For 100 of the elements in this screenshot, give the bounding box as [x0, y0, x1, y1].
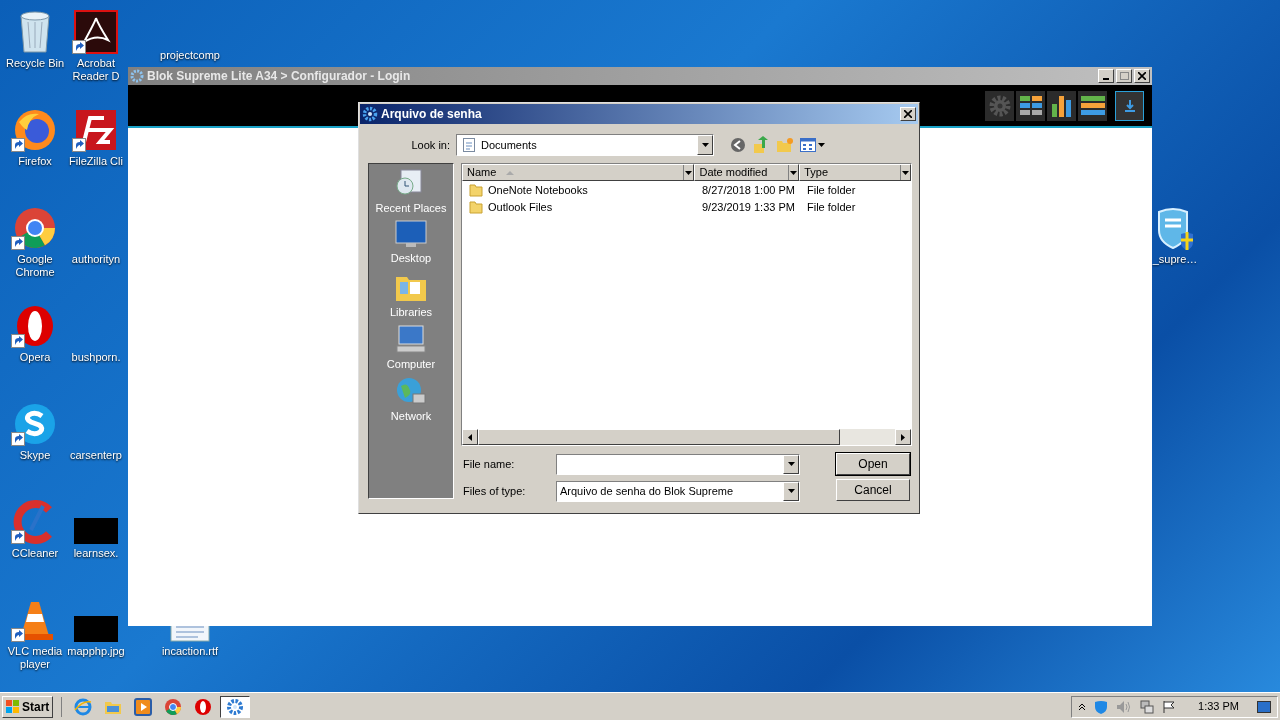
- chrome-icon: [13, 206, 57, 250]
- windows-logo-icon: [6, 699, 20, 714]
- sort-arrow-icon: [506, 170, 515, 175]
- type-cell-text: File folder: [806, 183, 856, 199]
- download-icon: [1123, 98, 1136, 113]
- place-item[interactable]: Computer: [386, 356, 436, 373]
- start-button[interactable]: Start: [2, 695, 54, 718]
- desktop-icon-label[interactable]: CCleaner: [11, 547, 59, 560]
- caret-icon: [787, 489, 795, 493]
- dropdown-button[interactable]: [783, 481, 799, 501]
- date-cell-text: 9/23/2019 1:33 PM: [701, 200, 796, 216]
- scroll-left-icon: [468, 433, 472, 441]
- chrome-icon: [164, 697, 183, 716]
- network-globe-icon: [395, 376, 427, 406]
- monitor-icon: [395, 220, 427, 248]
- gear-icon: [987, 93, 1012, 118]
- chevron-up-icon[interactable]: [1078, 702, 1087, 711]
- toolbar-button[interactable]: [1078, 90, 1107, 121]
- caret-icon: [818, 143, 825, 147]
- minimize-button[interactable]: [1098, 69, 1114, 83]
- look-in-dropdown[interactable]: Documents: [456, 134, 714, 156]
- file-type-dropdown[interactable]: Arquivo de senha do Blok Supreme: [556, 480, 800, 502]
- desktop-icon-label[interactable]: Acrobat Reader D: [65, 57, 127, 83]
- desktop-icon-label[interactable]: carsenterp: [70, 449, 122, 462]
- toolbar-button[interactable]: [1115, 90, 1144, 121]
- caret-icon: [685, 170, 693, 175]
- desktop-icon-label[interactable]: Firefox: [18, 155, 52, 168]
- document-icon: [463, 138, 475, 152]
- place-item[interactable]: Network: [390, 408, 432, 425]
- acrobat-icon: [74, 10, 118, 54]
- gear-icon: [362, 106, 378, 122]
- column-header[interactable]: Date modified: [694, 164, 800, 181]
- file-name-cell[interactable]: OneNote Notebooks: [488, 182, 588, 199]
- dropdown-button[interactable]: [697, 135, 713, 155]
- close-icon: [904, 110, 912, 118]
- back-icon[interactable]: [730, 137, 746, 153]
- show-desktop-icon[interactable]: [1257, 700, 1271, 713]
- date-cell-text: 8/27/2018 1:00 PM: [701, 183, 796, 199]
- opera-icon: [194, 697, 213, 716]
- type-cell-text: File folder: [806, 200, 856, 216]
- maximize-button[interactable]: [1116, 69, 1132, 83]
- folder-icon: [469, 201, 483, 214]
- desktop-icon-label[interactable]: Google Chrome: [0, 253, 70, 279]
- desktop-icon-label[interactable]: authorityn: [71, 253, 121, 266]
- desktop-icon-label[interactable]: Recycle Bin: [5, 57, 65, 70]
- bar-chart-icon: [1049, 93, 1074, 118]
- place-item[interactable]: Recent Places: [375, 200, 447, 217]
- skype-icon: [13, 402, 57, 446]
- horizontal-scrollbar[interactable]: [462, 429, 911, 445]
- desktop-icon-label[interactable]: FileZilla Cli: [69, 155, 123, 168]
- clock[interactable]: 1:33 PM: [1198, 698, 1239, 715]
- redacted-thumbnail-icon: [74, 518, 118, 544]
- column-header[interactable]: Name: [462, 164, 695, 181]
- firefox-icon: [13, 108, 57, 152]
- scroll-right-icon: [901, 433, 905, 441]
- file-name-cell[interactable]: Outlook Files: [488, 199, 553, 216]
- caret-icon: [787, 462, 795, 466]
- caret-icon: [701, 143, 709, 147]
- window-title: Blok Supreme Lite A34 > Configurador - Login: [147, 68, 411, 85]
- flag-icon[interactable]: [1162, 699, 1177, 714]
- close-icon: [1138, 72, 1146, 80]
- look-in-label: Look in:: [410, 137, 451, 153]
- place-item[interactable]: Libraries: [389, 304, 433, 321]
- list-icon: [1079, 94, 1106, 117]
- caret-icon: [790, 170, 798, 175]
- file-name-label: File name:: [462, 456, 516, 472]
- desktop-icon-label[interactable]: incaction.rtf: [161, 645, 219, 658]
- toolbar-button[interactable]: [1016, 90, 1045, 121]
- dropdown-button[interactable]: [783, 454, 799, 474]
- file-type-label: Files of type:: [462, 483, 527, 499]
- file-type-value: Arquivo de senha do Blok Supreme: [559, 483, 735, 499]
- desktop-icon-label[interactable]: learnsex.: [73, 547, 119, 560]
- file-name-field[interactable]: [556, 453, 800, 475]
- maximize-icon: [1119, 72, 1129, 80]
- tiles-icon: [1018, 94, 1043, 117]
- caret-icon: [902, 170, 909, 175]
- gear-icon: [130, 69, 144, 83]
- dialog-button[interactable]: Open: [836, 453, 910, 475]
- redacted-thumbnail-icon: [74, 616, 118, 642]
- network-icon[interactable]: [1140, 699, 1155, 714]
- media-player-icon: [134, 697, 153, 716]
- folder-icon: [469, 184, 483, 197]
- close-button[interactable]: [1134, 69, 1150, 83]
- desktop-icon-label[interactable]: bushporn.: [71, 351, 121, 364]
- desktop-icon-label[interactable]: projectcomp: [160, 49, 220, 62]
- taskbar-button[interactable]: [220, 695, 251, 718]
- column-header[interactable]: Type: [799, 164, 911, 181]
- desktop-icon-label[interactable]: _supre…: [1152, 253, 1198, 266]
- view-menu-icon[interactable]: [800, 138, 816, 152]
- toolbar-button[interactable]: [1047, 90, 1076, 121]
- close-button[interactable]: [900, 107, 916, 121]
- desktop-icon-label[interactable]: Opera: [19, 351, 51, 364]
- desktop-icon-label[interactable]: mapphp.jpg: [67, 645, 125, 658]
- filezilla-icon: [74, 108, 118, 152]
- place-item[interactable]: Desktop: [390, 250, 432, 267]
- dialog-button[interactable]: Cancel: [836, 479, 910, 501]
- gear-icon: [226, 697, 245, 716]
- computer-icon: [395, 324, 427, 354]
- look-in-value: Documents: [481, 137, 538, 153]
- desktop-icon-label[interactable]: Skype: [19, 449, 51, 462]
